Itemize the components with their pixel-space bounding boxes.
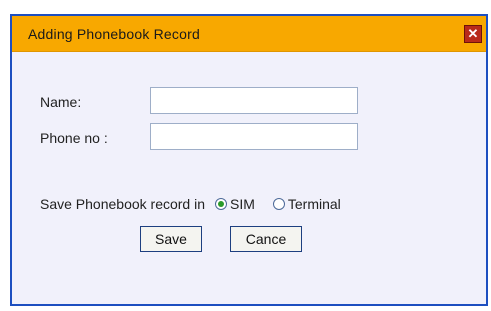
radio-sim[interactable]: SIM: [215, 196, 255, 212]
cancel-button[interactable]: Cance: [230, 226, 302, 252]
phonebook-dialog: Adding Phonebook Record ✕ Name: Phone no…: [10, 14, 488, 306]
close-icon: ✕: [467, 26, 479, 41]
save-button[interactable]: Save: [140, 226, 202, 252]
radio-terminal[interactable]: Terminal: [272, 196, 341, 212]
save-location-row: Save Phonebook record in SIM Terminal: [40, 196, 341, 212]
radio-sim-label: SIM: [230, 196, 255, 212]
radio-terminal-indicator: [272, 198, 285, 210]
phone-input[interactable]: [150, 123, 358, 150]
dialog-title: Adding Phonebook Record: [28, 26, 200, 42]
phone-label: Phone no :: [40, 130, 108, 146]
radio-sim-indicator: [215, 198, 227, 210]
radio-terminal-label: Terminal: [287, 196, 341, 212]
save-location-label: Save Phonebook record in: [40, 196, 205, 212]
name-label: Name:: [40, 94, 82, 110]
dialog-titlebar: Adding Phonebook Record ✕: [12, 16, 486, 52]
close-button[interactable]: ✕: [464, 25, 482, 43]
name-input[interactable]: [150, 87, 358, 114]
